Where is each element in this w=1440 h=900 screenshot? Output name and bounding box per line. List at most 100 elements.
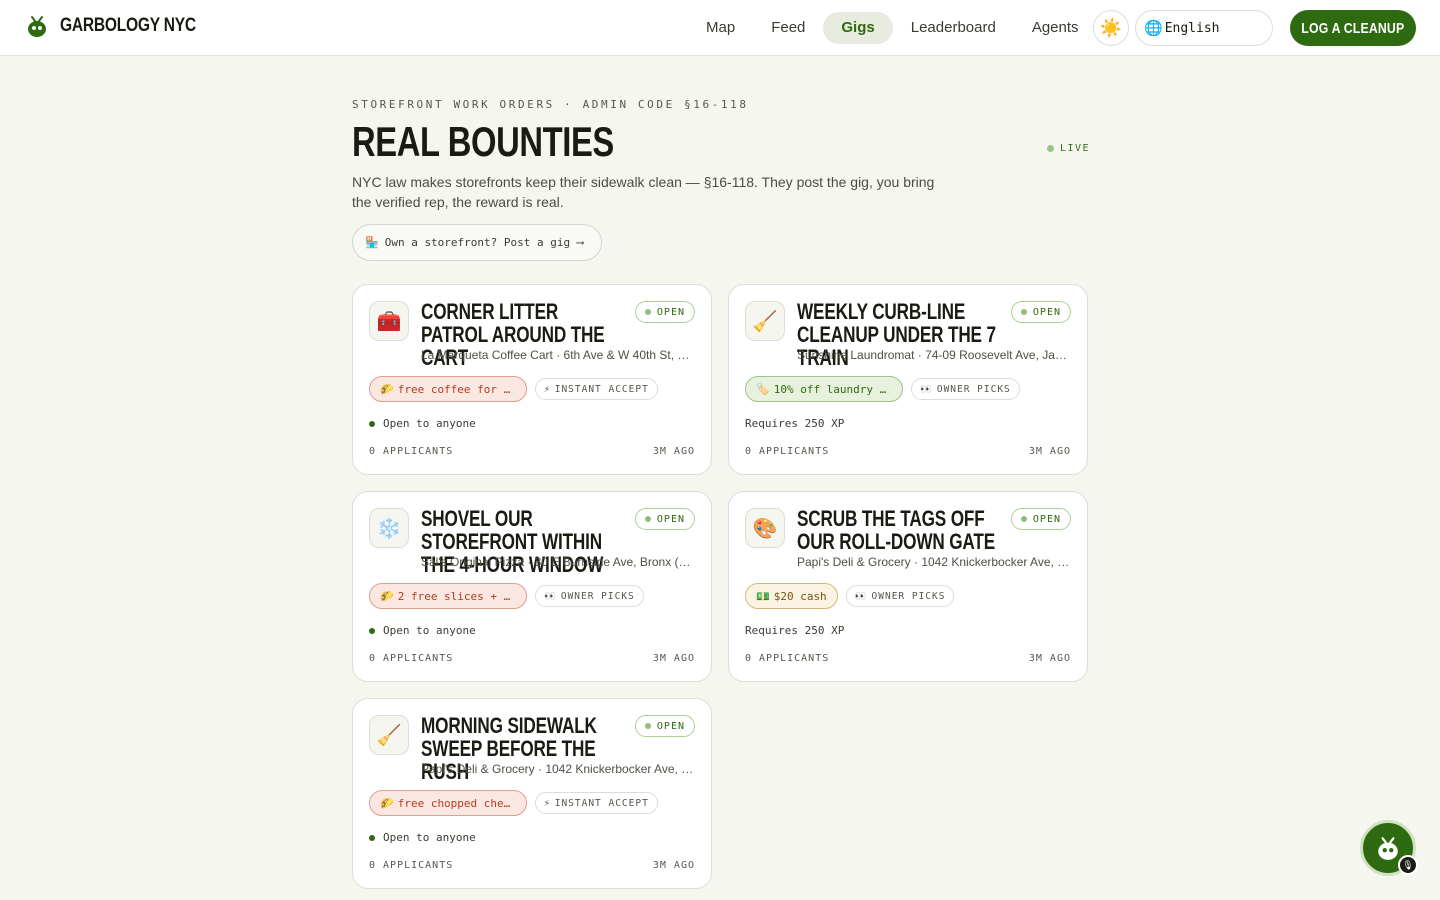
gig-location: Sunshine Laundromat · 74-09 Roosevelt Av… bbox=[797, 348, 1071, 362]
gig-card[interactable]: ❄️ SHOVEL OUR STOREFRONT WITHIN THE 4-HO… bbox=[352, 491, 712, 682]
language-value: English bbox=[1164, 20, 1220, 36]
brand[interactable]: GARBOLOGY NYC bbox=[26, 14, 226, 38]
language-select[interactable]: 🌐 English bbox=[1135, 10, 1273, 46]
nav-item-map[interactable]: Map bbox=[688, 12, 753, 44]
reward-label: free coffee for a week bbox=[397, 382, 516, 396]
status-badge: OPEN bbox=[634, 508, 695, 530]
reward-label: 10% off laundry for a month bbox=[773, 382, 892, 396]
gig-card[interactable]: 🧰 CORNER LITTER PATROL AROUND THE CART O… bbox=[352, 284, 712, 475]
log-cleanup-button[interactable]: LOG A CLEANUP bbox=[1290, 10, 1416, 46]
broom-icon: 🧹 bbox=[369, 715, 409, 755]
live-label: LIVE bbox=[1060, 143, 1091, 154]
gig-footer: 0 APPLICANTS 3M AGO bbox=[369, 653, 695, 664]
storefront-icon: 🏪 bbox=[365, 236, 379, 249]
snowflake-icon: ❄️ bbox=[369, 508, 409, 548]
live-dot-icon bbox=[1047, 145, 1054, 152]
eligibility-dot-icon bbox=[369, 627, 375, 634]
status-badge: OPEN bbox=[1010, 508, 1071, 530]
garbage-bug-logo-icon bbox=[28, 16, 46, 37]
accept-mode-label: OWNER PICKS bbox=[560, 590, 635, 602]
reward-label: 2 free slices + a soda bbox=[397, 589, 516, 603]
accept-mode-label: INSTANT ACCEPT bbox=[554, 797, 649, 809]
main-nav: Map Feed Gigs Leaderboard Agents bbox=[688, 12, 1097, 44]
eligibility-label: Open to anyone bbox=[383, 831, 476, 844]
garbage-bug-assistant-icon bbox=[1378, 837, 1398, 860]
lightning-icon: ⚡ bbox=[544, 383, 551, 395]
gig-footer: 0 APPLICANTS 3M AGO bbox=[369, 446, 695, 457]
status-dot-icon bbox=[644, 309, 651, 315]
eligibility: Requires 250 XP bbox=[745, 417, 844, 430]
reward-tag: 🏷️ 10% off laundry for a month bbox=[745, 376, 903, 402]
eligibility-dot-icon bbox=[369, 834, 375, 841]
microphone-icon[interactable]: 🎙 bbox=[1398, 855, 1418, 875]
status-label: OPEN bbox=[656, 513, 685, 525]
toolbox-icon: 🧰 bbox=[369, 301, 409, 341]
gig-card[interactable]: 🧹 MORNING SIDEWALK SWEEP BEFORE THE RUSH… bbox=[352, 698, 712, 889]
assistant-fab-button[interactable]: 🎙 bbox=[1360, 820, 1418, 876]
taco-icon: 🌮 bbox=[380, 382, 394, 396]
eligibility: Requires 250 XP bbox=[745, 624, 844, 637]
nav-item-agents[interactable]: Agents bbox=[1014, 12, 1097, 44]
reward-tag: 🌮 free chopped cheese bbox=[369, 790, 527, 816]
nav-item-feed[interactable]: Feed bbox=[753, 12, 823, 44]
status-badge: OPEN bbox=[634, 301, 695, 323]
eligibility-label: Requires 250 XP bbox=[745, 624, 845, 637]
accept-mode-label: OWNER PICKS bbox=[936, 383, 1011, 395]
accept-mode-tag: 👀 OWNER PICKS bbox=[911, 378, 1020, 400]
posted-time: 3M AGO bbox=[652, 446, 695, 457]
globe-icon: 🌐 bbox=[1144, 20, 1163, 37]
reward-tag: 💵 $20 cash bbox=[745, 583, 838, 609]
gig-location: Sal's Original Pizza · 30 E Burnside Ave… bbox=[421, 555, 695, 569]
status-dot-icon bbox=[644, 723, 651, 729]
reward-tag: 🌮 free coffee for a week bbox=[369, 376, 527, 402]
page-title: REAL BOUNTIES bbox=[352, 118, 614, 165]
posted-time: 3M AGO bbox=[1028, 446, 1071, 457]
sun-icon: ☀️ bbox=[1099, 17, 1123, 38]
status-dot-icon bbox=[644, 516, 651, 522]
nav-item-leaderboard[interactable]: Leaderboard bbox=[893, 12, 1014, 44]
posted-time: 3M AGO bbox=[652, 860, 695, 871]
applicant-count: 0 APPLICANTS bbox=[369, 446, 454, 457]
top-nav-bar: GARBOLOGY NYC Map Feed Gigs Leaderboard … bbox=[0, 0, 1440, 56]
eligibility-label: Open to anyone bbox=[383, 417, 476, 430]
gig-footer: 0 APPLICANTS 3M AGO bbox=[745, 653, 1071, 664]
live-indicator: LIVE bbox=[1047, 143, 1090, 154]
accept-mode-tag: ⚡ INSTANT ACCEPT bbox=[535, 792, 658, 814]
reward-label: free chopped cheese bbox=[397, 796, 516, 810]
eligibility-label: Open to anyone bbox=[383, 624, 476, 637]
post-gig-button[interactable]: 🏪 Own a storefront? Post a gig ⟶ bbox=[352, 224, 602, 261]
gig-card[interactable]: 🧹 WEEKLY CURB-LINE CLEANUP UNDER THE 7 T… bbox=[728, 284, 1088, 475]
theme-toggle-button[interactable]: ☀️ bbox=[1093, 10, 1129, 46]
gig-footer: 0 APPLICANTS 3M AGO bbox=[369, 860, 695, 871]
accept-mode-tag: 👀 OWNER PICKS bbox=[845, 585, 955, 607]
page-description: NYC law makes storefronts keep their sid… bbox=[352, 174, 935, 210]
eligibility-label: Requires 250 XP bbox=[745, 417, 845, 430]
posted-time: 3M AGO bbox=[1028, 653, 1071, 664]
applicant-count: 0 APPLICANTS bbox=[745, 446, 830, 457]
lightning-icon: ⚡ bbox=[544, 797, 551, 809]
cash-icon: 💵 bbox=[756, 589, 770, 603]
nav-item-gigs[interactable]: Gigs bbox=[823, 12, 893, 44]
taco-icon: 🌮 bbox=[380, 796, 394, 810]
gig-card[interactable]: 🎨 SCRUB THE TAGS OFF OUR ROLL-DOWN GATE … bbox=[728, 491, 1088, 682]
accept-mode-label: INSTANT ACCEPT bbox=[554, 383, 649, 395]
gig-location: Papi's Deli & Grocery · 1042 Knickerbock… bbox=[421, 762, 695, 776]
taco-icon: 🌮 bbox=[380, 589, 394, 603]
accept-mode-tag: ⚡ INSTANT ACCEPT bbox=[535, 378, 658, 400]
eyes-icon: 👀 bbox=[544, 590, 557, 602]
gig-location: Papi's Deli & Grocery · 1042 Knickerbock… bbox=[797, 555, 1071, 569]
applicant-count: 0 APPLICANTS bbox=[369, 653, 454, 664]
status-dot-icon bbox=[1020, 516, 1027, 522]
status-dot-icon bbox=[1020, 309, 1027, 315]
accept-mode-tag: 👀 OWNER PICKS bbox=[535, 585, 644, 607]
brand-name: GARBOLOGY NYC bbox=[60, 15, 196, 36]
eligibility: Open to anyone bbox=[369, 624, 476, 637]
broom-icon: 🧹 bbox=[745, 301, 785, 341]
reward-label: $20 cash bbox=[773, 589, 827, 603]
page-eyebrow: STOREFRONT WORK ORDERS · ADMIN CODE §16-… bbox=[352, 98, 749, 111]
status-label: OPEN bbox=[656, 720, 685, 732]
gig-location: La Marqueta Coffee Cart · 6th Ave & W 40… bbox=[421, 348, 695, 362]
eligibility-dot-icon bbox=[369, 420, 375, 427]
accept-mode-label: OWNER PICKS bbox=[871, 590, 946, 602]
tag-icon: 🏷️ bbox=[756, 382, 770, 396]
